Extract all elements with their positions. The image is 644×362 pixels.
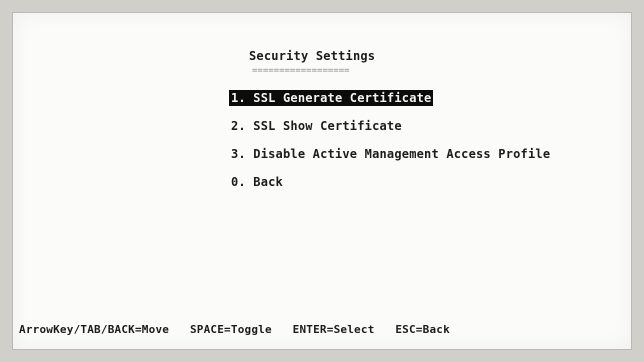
status-bar: ArrowKey/TAB/BACK=Move SPACE=Toggle ENTE…: [19, 323, 464, 336]
menu-item-ssl-generate-certificate[interactable]: 1. SSL Generate Certificate: [229, 90, 434, 106]
menu-item-disable-active-management[interactable]: 3. Disable Active Management Access Prof…: [229, 146, 552, 162]
page-title: Security Settings: [249, 49, 376, 63]
status-back-hint: ESC=Back: [395, 323, 450, 336]
status-toggle-hint: SPACE=Toggle: [189, 323, 272, 336]
status-select-hint: ENTER=Select: [292, 323, 375, 336]
terminal-screen: Security Settings ================== 1. …: [12, 12, 632, 350]
console-frame: Security Settings ================== 1. …: [0, 0, 644, 362]
title-underline: ==================: [252, 66, 350, 76]
menu-item-ssl-show-certificate[interactable]: 2. SSL Show Certificate: [229, 118, 404, 134]
menu-item-back[interactable]: 0. Back: [229, 174, 285, 190]
status-move-hint: ArrowKey/TAB/BACK=Move: [19, 323, 170, 336]
